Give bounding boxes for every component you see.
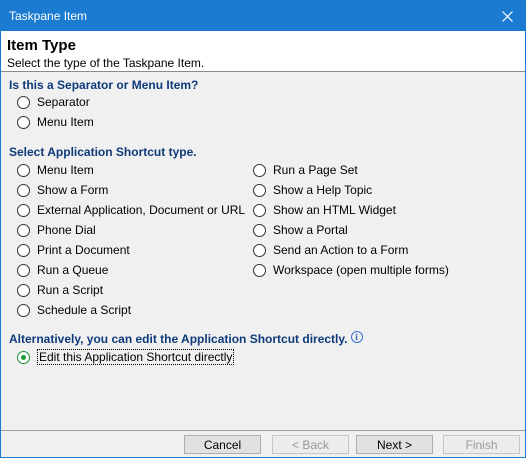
radio-label: Phone Dial: [37, 223, 96, 237]
close-button[interactable]: [489, 1, 525, 31]
radio-circle[interactable]: [17, 163, 30, 177]
radio-run-page-set[interactable]: Run a Page Set: [253, 161, 358, 179]
section-item-kind-title: Is this a Separator or Menu Item?: [9, 78, 199, 92]
radio-show-portal[interactable]: Show a Portal: [253, 221, 348, 239]
dialog-window: Taskpane Item Item Type Select the type …: [0, 0, 526, 458]
radio-menu-item[interactable]: Menu Item: [17, 113, 94, 131]
radio-label: Show a Form: [37, 183, 109, 197]
section-shortcut-type-title: Select Application Shortcut type.: [9, 145, 197, 159]
radio-run-script[interactable]: Run a Script: [17, 281, 103, 299]
radio-circle[interactable]: [17, 183, 30, 197]
page-title: Item Type: [7, 37, 76, 54]
radio-schedule-script[interactable]: Schedule a Script: [17, 301, 131, 319]
back-button[interactable]: < Back: [272, 435, 349, 454]
title-bar: Taskpane Item: [1, 1, 525, 31]
radio-circle[interactable]: [253, 203, 266, 217]
radio-circle[interactable]: [253, 263, 266, 277]
radio-label: Print a Document: [37, 243, 130, 257]
radio-show-help-topic[interactable]: Show a Help Topic: [253, 181, 372, 199]
radio-shortcut-menu-item[interactable]: Menu Item: [17, 161, 94, 179]
radio-circle-checked[interactable]: [17, 350, 30, 364]
radio-circle[interactable]: [17, 115, 30, 129]
page-subtitle: Select the type of the Taskpane Item.: [7, 56, 205, 70]
radio-circle[interactable]: [17, 203, 30, 217]
radio-circle[interactable]: [253, 243, 266, 257]
radio-label: Separator: [37, 95, 90, 109]
radio-send-action[interactable]: Send an Action to a Form: [253, 241, 408, 259]
next-button[interactable]: Next >: [356, 435, 433, 454]
radio-print-document[interactable]: Print a Document: [17, 241, 130, 259]
close-icon: [501, 10, 513, 22]
radio-circle[interactable]: [17, 95, 30, 109]
radio-label: Run a Queue: [37, 263, 109, 277]
radio-label: Show a Portal: [273, 223, 348, 237]
radio-label: External Application, Document or URL: [37, 203, 246, 217]
radio-label: Show an HTML Widget: [273, 203, 396, 217]
radio-circle[interactable]: [17, 263, 30, 277]
window-title: Taskpane Item: [9, 9, 88, 23]
radio-circle[interactable]: [253, 163, 266, 177]
radio-external-application[interactable]: External Application, Document or URL: [17, 201, 245, 219]
section-edit-directly-text: Alternatively, you can edit the Applicat…: [9, 332, 348, 346]
radio-label: Edit this Application Shortcut directly: [37, 349, 235, 365]
section-edit-directly-title: Alternatively, you can edit the Applicat…: [9, 331, 363, 346]
button-bar: Cancel < Back Next > Finish: [1, 430, 525, 457]
radio-phone-dial[interactable]: Phone Dial: [17, 221, 96, 239]
radio-circle[interactable]: [17, 303, 30, 317]
wizard-content: Is this a Separator or Menu Item? Separa…: [1, 72, 525, 430]
radio-label: Menu Item: [37, 163, 94, 177]
cancel-button[interactable]: Cancel: [184, 435, 261, 454]
radio-show-html-widget[interactable]: Show an HTML Widget: [253, 201, 396, 219]
radio-run-queue[interactable]: Run a Queue: [17, 261, 108, 279]
radio-circle[interactable]: [253, 223, 266, 237]
radio-edit-directly[interactable]: Edit this Application Shortcut directly: [17, 348, 235, 366]
radio-label: Run a Page Set: [273, 163, 358, 177]
finish-button[interactable]: Finish: [443, 435, 520, 454]
wizard-header: Item Type Select the type of the Taskpan…: [1, 31, 525, 72]
radio-workspace[interactable]: Workspace (open multiple forms): [253, 261, 449, 279]
radio-circle[interactable]: [253, 183, 266, 197]
radio-label: Workspace (open multiple forms): [273, 263, 449, 277]
radio-label: Run a Script: [37, 283, 104, 297]
radio-show-form[interactable]: Show a Form: [17, 181, 108, 199]
radio-label: Schedule a Script: [37, 303, 132, 317]
radio-separator[interactable]: Separator: [17, 93, 90, 111]
radio-circle[interactable]: [17, 243, 30, 257]
radio-circle[interactable]: [17, 223, 30, 237]
info-icon[interactable]: i: [350, 331, 363, 343]
radio-label: Menu Item: [37, 115, 94, 129]
radio-label: Send an Action to a Form: [273, 243, 409, 257]
radio-circle[interactable]: [17, 283, 30, 297]
radio-label: Show a Help Topic: [273, 183, 373, 197]
